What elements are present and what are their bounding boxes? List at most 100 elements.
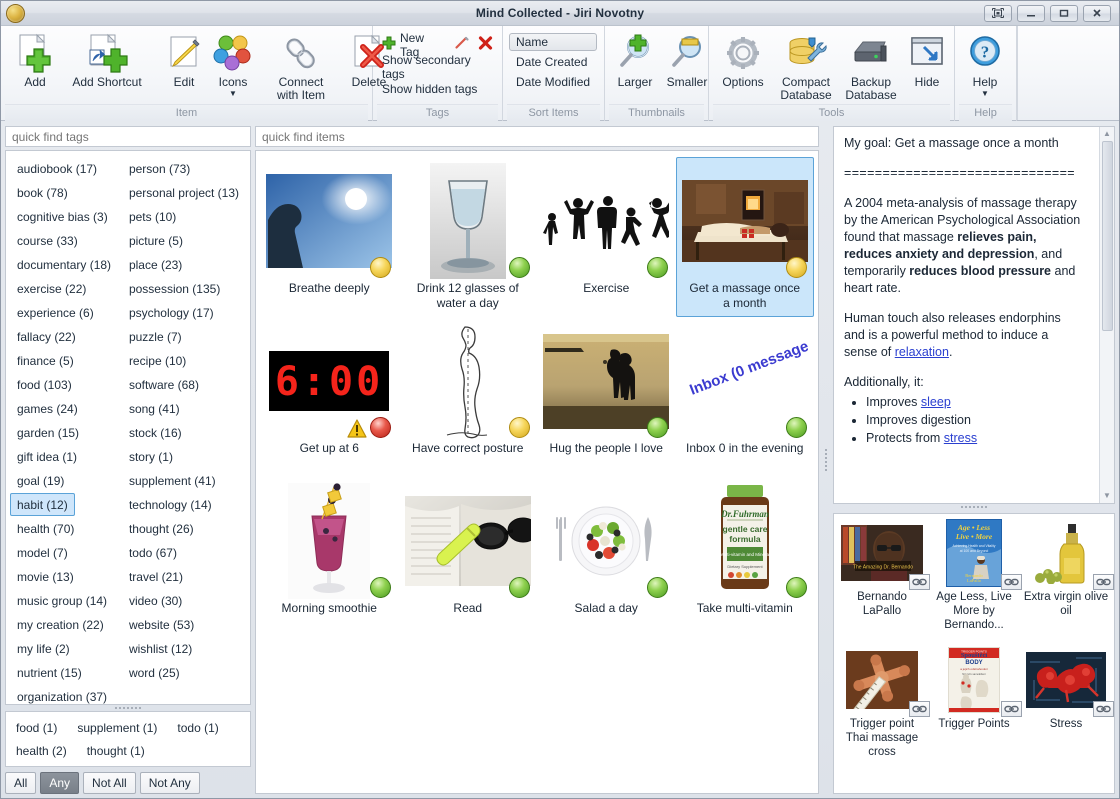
chevron-down-icon[interactable]: ▼ — [229, 90, 237, 98]
tag-item[interactable]: fallacy (22) — [10, 325, 83, 348]
tag-item[interactable]: story (1) — [122, 445, 180, 468]
related-items-box[interactable]: The Amazing Dr. Bernando Bernando LaPallo… — [833, 513, 1115, 794]
tag-item[interactable]: model (7) — [10, 541, 75, 564]
tag-item[interactable]: song (41) — [122, 397, 187, 420]
tag-item[interactable]: possession (135) — [122, 277, 227, 300]
tag-item[interactable]: experience (6) — [10, 301, 101, 324]
help-button[interactable]: ? Help ▼ — [959, 30, 1011, 100]
item-card[interactable]: Get a massage once a month — [675, 157, 814, 317]
tag-item[interactable]: course (33) — [10, 229, 85, 252]
item-card[interactable]: Exercise — [537, 157, 676, 317]
tag-item[interactable]: cognitive bias (3) — [10, 205, 115, 228]
sleep-link[interactable]: sleep — [921, 395, 951, 409]
chevron-down-icon[interactable]: ▼ — [981, 90, 989, 98]
compact-database-button[interactable]: Compact Database — [773, 30, 839, 104]
relaxation-link[interactable]: relaxation — [895, 345, 949, 359]
tag-item[interactable]: food (103) — [10, 373, 79, 396]
tag-item[interactable]: stock (16) — [122, 421, 189, 444]
sort-by-date-created-option[interactable]: Date Created — [509, 53, 597, 71]
tag-item[interactable]: my creation (22) — [10, 613, 111, 636]
sort-by-date-modified-option[interactable]: Date Modified — [509, 73, 597, 91]
tag-item[interactable]: finance (5) — [10, 349, 81, 372]
related-tag-item[interactable]: supplement (1) — [71, 717, 163, 740]
restore-icon[interactable] — [984, 4, 1012, 22]
show-hidden-tags-option[interactable]: Show hidden tags — [379, 78, 496, 99]
related-item-card[interactable]: TRIGGER POINTS Spouštěcí BODY a jejich odst… — [928, 645, 1022, 772]
related-item-card[interactable]: Trigger point Thai massage cross — [836, 645, 930, 772]
tag-item[interactable]: supplement (41) — [122, 469, 223, 492]
tag-item[interactable]: games (24) — [10, 397, 85, 420]
related-tag-item[interactable]: todo (1) — [171, 717, 224, 740]
hide-button[interactable]: Hide — [903, 30, 951, 91]
note-scrollbar[interactable]: ▲ ▼ — [1099, 127, 1114, 503]
scrollbar-thumb[interactable] — [1102, 141, 1113, 331]
minimize-icon[interactable] — [1017, 4, 1045, 22]
tag-item[interactable]: software (68) — [122, 373, 206, 396]
tag-list-box[interactable]: audiobook (17) book (78) cognitive bias (3… — [5, 150, 251, 705]
tag-item[interactable]: gift idea (1) — [10, 445, 84, 468]
related-item-card[interactable]: The Amazing Dr. Bernando Bernando LaPallo — [836, 518, 930, 645]
tag-item[interactable]: video (30) — [122, 589, 189, 612]
tag-item[interactable]: place (23) — [122, 253, 189, 276]
filter-all-button[interactable]: All — [5, 772, 37, 794]
backup-database-button[interactable]: Backup Database — [839, 30, 903, 104]
tag-item[interactable]: nutrient (15) — [10, 661, 89, 684]
related-item-card[interactable]: Age • Less Live • More Achieving Health an… — [928, 518, 1022, 645]
sort-by-name-option[interactable]: Name — [509, 33, 598, 51]
pencil-edit-icon[interactable] — [454, 36, 470, 53]
quick-find-items-input[interactable] — [255, 126, 819, 147]
item-grid-box[interactable]: Breathe deeply Drink 12 glasses of water … — [255, 150, 819, 794]
tag-item[interactable]: website (53) — [122, 613, 201, 636]
tag-item[interactable]: word (25) — [122, 661, 187, 684]
related-tag-item[interactable]: thought (1) — [81, 740, 151, 763]
filter-any-button[interactable]: Any — [40, 772, 80, 794]
item-card[interactable]: Inbox (0 messages) Inbox 0 in the evening — [676, 317, 815, 477]
detail-splitter[interactable] — [833, 504, 1115, 510]
items-note-splitter[interactable] — [823, 126, 829, 794]
note-box[interactable]: My goal: Get a massage once a month ====… — [833, 126, 1115, 504]
scroll-down-arrow-icon[interactable]: ▼ — [1103, 489, 1111, 503]
tag-item[interactable]: personal project (13) — [122, 181, 246, 204]
connect-with-item-button[interactable]: Connect with Item — [259, 30, 343, 104]
close-icon[interactable] — [1083, 4, 1111, 22]
tag-item[interactable]: health (70) — [10, 517, 81, 540]
tag-item[interactable]: travel (21) — [122, 565, 190, 588]
tag-item[interactable]: movie (13) — [10, 565, 81, 588]
tag-item[interactable]: wishlist (12) — [122, 637, 199, 660]
item-card[interactable]: 6:00 Get up at 6 — [260, 317, 399, 477]
tag-item[interactable]: audiobook (17) — [10, 157, 104, 180]
item-card[interactable]: Breathe deeply — [260, 157, 399, 317]
related-item-card[interactable]: Stress — [1020, 645, 1114, 772]
item-card[interactable]: Have correct posture — [399, 317, 538, 477]
tag-item[interactable]: organization (37) — [10, 685, 114, 704]
tag-item[interactable]: picture (5) — [122, 229, 190, 252]
maximize-icon[interactable] — [1050, 4, 1078, 22]
tag-item[interactable]: garden (15) — [10, 421, 86, 444]
tag-item[interactable]: my life (2) — [10, 637, 77, 660]
tag-item[interactable]: exercise (22) — [10, 277, 93, 300]
tag-item[interactable]: person (73) — [122, 157, 197, 180]
thumbnails-larger-button[interactable]: Larger — [609, 30, 661, 91]
tag-item[interactable]: habit (12) — [10, 493, 75, 516]
filter-not-any-button[interactable]: Not Any — [139, 772, 200, 794]
item-card[interactable]: Read — [399, 477, 538, 637]
tag-item[interactable]: recipe (10) — [122, 349, 193, 372]
icons-button[interactable]: Icons ▼ — [207, 30, 259, 100]
delete-tag-red-x-icon[interactable] — [478, 36, 493, 53]
tag-item[interactable]: goal (19) — [10, 469, 71, 492]
tag-item[interactable]: music group (14) — [10, 589, 114, 612]
filter-not-all-button[interactable]: Not All — [83, 772, 136, 794]
related-tag-item[interactable]: food (1) — [10, 717, 63, 740]
tag-item[interactable]: puzzle (7) — [122, 325, 189, 348]
related-tag-item[interactable]: health (2) — [10, 740, 73, 763]
item-card[interactable]: Hug the people I love — [537, 317, 676, 477]
related-item-card[interactable]: Extra virgin olive oil — [1020, 518, 1114, 645]
add-button[interactable]: Add — [5, 30, 65, 91]
tag-item[interactable]: book (78) — [10, 181, 75, 204]
thumbnails-smaller-button[interactable]: Smaller — [661, 30, 713, 91]
tag-item[interactable]: technology (14) — [122, 493, 219, 516]
quick-find-tags-input[interactable] — [5, 126, 251, 147]
tag-item[interactable]: documentary (18) — [10, 253, 118, 276]
tag-item[interactable]: pets (10) — [122, 205, 183, 228]
options-button[interactable]: Options — [713, 30, 773, 91]
